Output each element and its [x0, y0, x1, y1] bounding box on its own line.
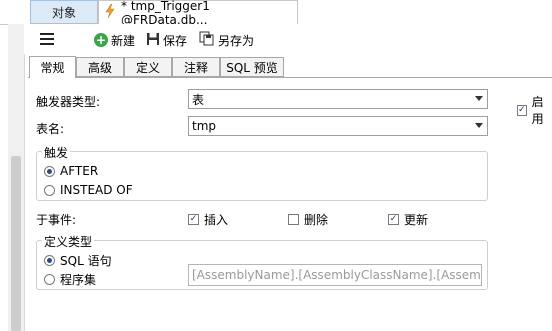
tab-definition[interactable]: 定义 [124, 57, 172, 77]
radio-unselected-icon [44, 184, 55, 196]
tab-objects[interactable]: 对象 [30, 0, 98, 24]
enable-check-icon: ✓ [517, 104, 527, 116]
trigger-icon [105, 3, 115, 21]
menu-icon[interactable] [40, 33, 54, 45]
tab-definition-label: 定义 [135, 60, 160, 75]
save-as-button[interactable]: 另存为 [199, 31, 254, 49]
def-sql-label: SQL 语句 [60, 254, 112, 268]
event-insert-label: 插入 [204, 213, 229, 227]
fire-instead-of-label: INSTEAD OF [60, 183, 133, 197]
event-update-label: 更新 [404, 213, 429, 227]
tab-sql-preview-label: SQL 预览 [226, 60, 278, 75]
tab-objects-label: 对象 [51, 5, 76, 20]
chevron-down-icon [475, 123, 483, 128]
radio-selected-icon [44, 255, 55, 266]
tab-comment-label: 注释 [183, 60, 208, 75]
chevron-down-icon [475, 96, 483, 101]
event-delete-label: 删除 [304, 213, 329, 227]
fire-after-label: AFTER [60, 164, 99, 178]
def-assembly-radio[interactable]: 程序集 [44, 271, 96, 288]
subtab-baseline [28, 77, 552, 78]
fire-group-title: 触发 [42, 144, 71, 161]
new-button[interactable]: + 新建 [94, 31, 135, 49]
save-button-label: 保存 [163, 33, 188, 48]
enable-label: 启用 [531, 95, 544, 126]
assembly-placeholder: [AssemblyName].[AssemblyClassName].[Asse… [192, 268, 481, 282]
left-scrollbar-thumb[interactable] [11, 156, 21, 331]
definition-type-title: 定义类型 [42, 233, 95, 250]
radio-unselected-icon [44, 274, 55, 285]
radio-selected-icon [44, 165, 55, 177]
trigger-type-select[interactable]: 表 [188, 89, 488, 109]
assembly-input[interactable]: [AssemblyName].[AssemblyClassName].[Asse… [188, 264, 482, 286]
new-button-label: 新建 [111, 33, 136, 48]
tab-trigger-editor[interactable]: * tmp_Trigger1 @FRData.db... [98, 0, 298, 27]
add-icon: + [94, 33, 108, 47]
fire-instead-of-radio[interactable]: INSTEAD OF [44, 183, 133, 197]
event-delete-check-icon [288, 214, 299, 225]
tab-trigger-editor-label: * tmp_Trigger1 @FRData.db... [121, 0, 210, 27]
event-insert-check-icon: ✓ [188, 214, 199, 225]
save-button[interactable]: 保存 [146, 31, 187, 49]
fire-after-radio[interactable]: AFTER [44, 164, 98, 178]
def-assembly-label: 程序集 [60, 273, 97, 287]
def-sql-radio[interactable]: SQL 语句 [44, 252, 112, 269]
table-name-value: tmp [192, 119, 217, 133]
tab-comment[interactable]: 注释 [172, 57, 220, 77]
tab-advanced[interactable]: 高级 [76, 57, 124, 77]
table-name-label: 表名: [36, 122, 65, 136]
table-name-select[interactable]: tmp [188, 116, 488, 136]
trigger-type-value: 表 [192, 92, 205, 107]
event-update-check-icon: ✓ [388, 214, 399, 225]
event-delete-checkbox[interactable]: 删除 [288, 211, 328, 228]
tab-advanced-label: 高级 [87, 60, 112, 75]
tab-general[interactable]: 常规 [29, 56, 76, 78]
save-as-icon [199, 31, 215, 49]
on-event-label: 于事件: [36, 213, 77, 227]
event-insert-checkbox[interactable]: ✓ 插入 [188, 211, 228, 228]
tab-general-label: 常规 [40, 61, 65, 75]
save-as-button-label: 另存为 [218, 33, 255, 48]
save-icon [146, 32, 160, 49]
tab-sql-preview[interactable]: SQL 预览 [220, 57, 284, 77]
trigger-type-label: 触发器类型: [36, 95, 101, 109]
enable-checkbox[interactable]: ✓ 启用 [517, 93, 552, 127]
event-update-checkbox[interactable]: ✓ 更新 [388, 211, 428, 228]
